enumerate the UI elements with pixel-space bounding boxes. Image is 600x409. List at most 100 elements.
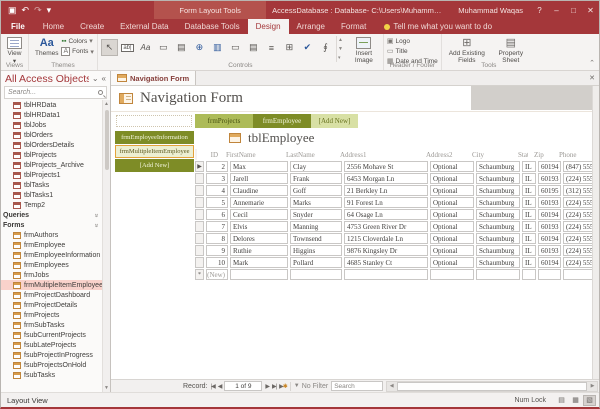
column-header-lastname[interactable]: LastName [283,149,335,160]
table-row[interactable]: 3JarellFrank6453 Morgan LnOptionalSchaum… [195,173,592,184]
fonts-button[interactable]: A Fonts ▾ [61,47,93,56]
table-row[interactable]: 4ClaudineGoff21 Berkley LnOptionalSchaum… [195,185,592,196]
ribbon-tab-format[interactable]: Format [333,19,374,34]
cell[interactable] [476,269,520,280]
sidebar-item-frmsubtasks[interactable]: frmSubTasks [1,320,110,330]
cell[interactable]: Snyder [290,209,342,220]
ribbon-tab-external-data[interactable]: External Data [112,19,176,34]
hscroll-thumb[interactable] [397,382,587,391]
sidebar-item-tblprojects[interactable]: tblProjects [1,150,110,160]
cell[interactable]: 60194 [538,233,561,244]
title-button[interactable]: ▭Title [387,47,438,55]
themes-button[interactable]: Aa Themes [32,36,61,58]
cell[interactable]: IL [522,257,536,268]
cell[interactable]: 3 [206,173,228,184]
table-row[interactable]: 6CecilSnyder64 Osage LnOptionalSchaumbur… [195,209,592,220]
nav-tab-frmprojects[interactable]: frmProjects [195,114,253,128]
cell[interactable]: Optional [430,245,474,256]
sidebar-item-frmjobs[interactable]: frmJobs [1,270,110,280]
last-record-button[interactable]: ▶| [272,383,276,390]
sidebar-item-tblprojects1[interactable]: tblProjects1 [1,170,110,180]
sidebar-item-frmprojectdashboard[interactable]: frmProjectDashboard [1,290,110,300]
cell[interactable]: Schaumburg [476,245,520,256]
column-header-id[interactable]: ID [199,149,221,160]
ribbon-tab-database-tools[interactable]: Database Tools [177,19,248,34]
sidebar-item-fsubprojectinprogress[interactable]: fsubProjectInProgress [1,350,110,360]
signed-in-user[interactable]: Muhammad Waqas [450,6,531,15]
ribbon-tab-arrange[interactable]: Arrange [289,19,333,34]
close-icon[interactable]: ✕ [582,1,599,19]
cell[interactable]: Higgins [290,245,342,256]
cell[interactable]: 2556 Mohave St [344,161,428,172]
pane-scroll-thumb[interactable] [105,110,109,170]
cell[interactable]: 6453 Morgan Ln [344,173,428,184]
cell[interactable]: Pollard [290,257,342,268]
cell[interactable]: Townsend [290,233,342,244]
sidebar-item-tblorders[interactable]: tblOrders [1,130,110,140]
record-search-input[interactable]: Search [331,381,383,391]
first-record-button[interactable]: |◀ [211,383,215,390]
navigation-control-icon[interactable]: ▥ [209,39,226,56]
sidebar-item-tbltasks[interactable]: tblTasks [1,180,110,190]
cell[interactable]: 7 [206,221,228,232]
nav-tab-frmemployee[interactable]: frmEmployee [253,114,311,128]
cell[interactable]: Optional [430,185,474,196]
sidebar-item-frmemployees[interactable]: frmEmployees [1,260,110,270]
record-selector[interactable] [195,197,204,208]
sidebar-item-fsubcurrentprojects[interactable]: fsubCurrentProjects [1,330,110,340]
cell[interactable]: Clay [290,161,342,172]
subform-icon[interactable]: ⊞ [281,39,298,56]
document-tab-navigation-form[interactable]: Navigation Form [111,71,196,85]
column-header-zip[interactable]: Zip [531,149,554,160]
cell[interactable]: Schaumburg [476,209,520,220]
cell[interactable]: (224) 555-6255 [563,221,592,232]
cell[interactable]: 60193 [538,245,561,256]
gallery-up-icon[interactable]: ▲ [338,37,343,43]
table-row[interactable]: 10MarkPollard4685 Stanley CtOptionalScha… [195,257,592,268]
cell[interactable]: (224) 555-6631 [563,173,592,184]
cell[interactable]: IL [522,197,536,208]
cell[interactable]: Ruthie [230,245,288,256]
cell[interactable] [430,269,474,280]
cell[interactable]: IL [522,173,536,184]
redo-icon[interactable]: ↷ [34,5,42,16]
sidebar-item-frmprojects[interactable]: frmProjects [1,310,110,320]
cell[interactable]: Annemarie [230,197,288,208]
sidebar-item-fsubtasks[interactable]: fsubTasks [1,370,110,380]
cell[interactable]: Optional [430,173,474,184]
maximize-icon[interactable]: □ [565,1,582,19]
pane-scroll-down-icon[interactable]: ▼ [104,384,109,392]
cell[interactable]: Schaumburg [476,185,520,196]
cell[interactable]: Schaumburg [476,221,520,232]
cell[interactable]: Manning [290,221,342,232]
colors-button[interactable]: ▪▪ Colors ▾ [61,37,93,45]
cell[interactable]: 60193 [538,221,561,232]
gallery-more-icon[interactable]: ▾ [338,55,343,61]
hyperlink-icon[interactable]: ⊕ [191,39,208,56]
controls-gallery-scroll[interactable]: ▲ ▼ ▾ [336,36,344,62]
ribbon-collapse-icon[interactable]: ⌃ [589,59,595,67]
cell[interactable] [538,269,561,280]
next-record-button[interactable]: ▶ [265,383,269,390]
logo-button[interactable]: ▣Logo [387,37,438,45]
layout-view-button[interactable]: ▧ [583,395,596,406]
qat-dropdown-icon[interactable]: ▾ [47,5,52,16]
sidebar-item-tbltasks1[interactable]: tblTasks1 [1,190,110,200]
group-chevron-icon[interactable]: » [93,213,100,217]
column-header-address2[interactable]: Address2 [423,149,467,160]
table-row[interactable]: 7ElvisManning4753 Green River DrOptional… [195,221,592,232]
column-header-firstname[interactable]: FirstName [223,149,281,160]
tab-control-icon[interactable]: ▤ [173,39,190,56]
datasheet-view-button[interactable]: ▦ [569,395,582,406]
attachment-icon[interactable]: ∮ [317,39,334,56]
nav-tab-frmemployeeinformation[interactable]: frmEmployeeInformation [115,131,194,144]
filter-indicator[interactable]: ▼ No Filter [294,383,328,390]
record-selector[interactable] [195,257,204,268]
cell[interactable]: 10 [206,257,228,268]
record-position[interactable]: 1 of 9 [224,381,262,391]
sidebar-item-tbljobs[interactable]: tblJobs [1,120,110,130]
cell[interactable]: (224) 555-2123 [563,209,592,220]
cell[interactable]: Schaumburg [476,173,520,184]
group-chevron-icon[interactable]: » [93,223,100,227]
search-input[interactable]: Search... [4,86,107,99]
